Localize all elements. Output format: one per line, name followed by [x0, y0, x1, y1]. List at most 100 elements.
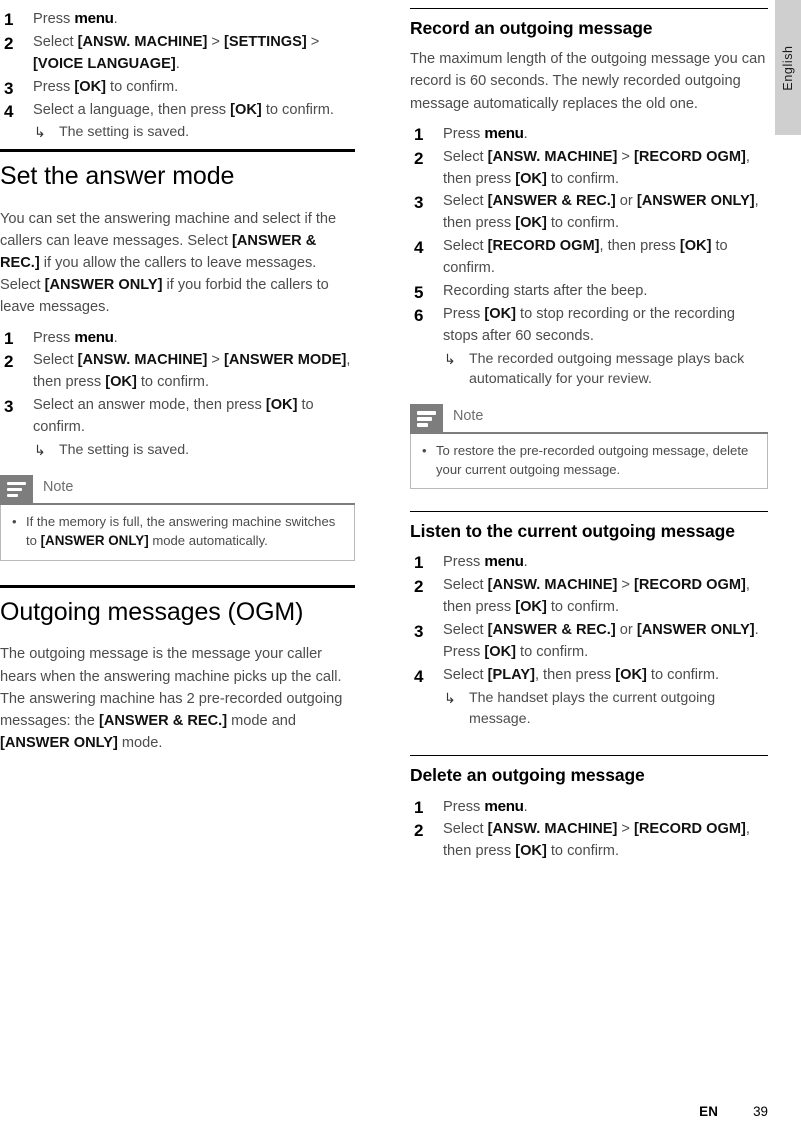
step-result-text: The setting is saved.	[59, 442, 190, 458]
step-text: Select [PLAY], then press [OK] to confir…	[443, 666, 720, 683]
section-rule-major	[0, 584, 355, 588]
step-number: 6	[414, 305, 424, 325]
steps-listen-ogm: 1 Press menu. 2 Select [ANSW. MACHINE] > [R…	[410, 551, 768, 729]
step-item: 4 Select a language, then press [OK] to c…	[0, 100, 355, 144]
step-item: 3 Press [OK] to confirm.	[0, 77, 355, 99]
step-text: Press menu.	[443, 553, 528, 571]
step-result: ↳ The setting is saved.	[33, 122, 355, 143]
step-result-text: The handset plays the current outgoing m…	[469, 689, 716, 727]
step-item: 1 Press menu.	[0, 327, 355, 350]
step-item: 3 Select [ANSWER & REC.] or [ANSWER ONLY]…	[410, 191, 768, 235]
step-item: 4 Select [RECORD OGM], then press [OK] to…	[410, 236, 768, 280]
section-listen-ogm: Listen to the current outgoing message 1…	[410, 511, 768, 729]
step-item: 3 Select [ANSWER & REC.] or [ANSWER ONLY]…	[410, 620, 768, 664]
note-header: Note	[410, 404, 768, 435]
step-text: Select [ANSWER & REC.] or [ANSWER ONLY].…	[443, 622, 759, 661]
bullet-icon: •	[12, 513, 17, 529]
step-text: Press menu.	[443, 797, 528, 815]
steps-delete-ogm: 1 Press menu. 2 Select [ANSW. MACHINE] > [R…	[410, 796, 768, 864]
heading-record-ogm: Record an outgoing message	[410, 18, 653, 38]
step-item: 2 Select [ANSW. MACHINE] > [RECORD OGM], …	[410, 575, 768, 619]
section-rule-minor	[410, 511, 768, 513]
footer-page-number: 39	[753, 1104, 768, 1119]
step-item: 5 Recording starts after the beep.	[410, 281, 768, 303]
step-item: 3 Select an answer mode, then press [OK] …	[0, 395, 355, 461]
note-list: • To restore the pre-recorded outgoing me…	[421, 442, 757, 479]
step-text: Recording starts after the beep.	[443, 282, 648, 299]
step-result: ↳ The handset plays the current outgoing …	[443, 688, 768, 729]
step-text: Select [RECORD OGM], then press [OK] to …	[443, 238, 728, 277]
heading-set-answer-mode: Set the answer mode	[0, 162, 235, 191]
step-number: 2	[414, 148, 424, 168]
note-list-item: • If the memory is full, the answering ma…	[11, 513, 344, 551]
result-arrow-icon: ↳	[34, 442, 46, 458]
section-record-ogm: Record an outgoing message The maximum l…	[410, 8, 768, 490]
note-body: • If the memory is full, the answering ma…	[0, 504, 355, 561]
step-item: 1 Press menu.	[0, 8, 355, 31]
steps-voice-language: 1 Press menu. 2 Select [ANSW. MACHINE] > [S…	[0, 8, 355, 143]
language-side-tab-label: English	[781, 44, 795, 91]
note-box-record-ogm: Note • To restore the pre-recorded outgoi…	[410, 404, 768, 490]
note-list-item-text: To restore the pre-recorded outgoing mes…	[436, 443, 749, 477]
step-item: 2 Select [ANSW. MACHINE] > [RECORD OGM], …	[410, 147, 768, 191]
note-box-answer-mode: Note • If the memory is full, the answeri…	[0, 474, 355, 561]
step-number: 1	[414, 124, 424, 144]
step-text: Press [OK] to stop recording or the reco…	[443, 305, 736, 344]
step-text: Select [ANSW. MACHINE] > [ANSWER MODE], …	[33, 352, 351, 391]
intro-set-answer-mode: You can set the answering machine and se…	[0, 210, 337, 316]
left-column: 1 Press menu. 2 Select [ANSW. MACHINE] > [S…	[0, 8, 355, 762]
step-number: 3	[4, 78, 14, 98]
step-text: Select [ANSW. MACHINE] > [SETTINGS] > [V…	[33, 33, 320, 72]
note-list-item-text: If the memory is full, the answering mac…	[26, 513, 336, 549]
section-rule-minor	[410, 8, 768, 9]
step-item: 1 Press menu.	[410, 551, 768, 574]
step-number: 4	[414, 666, 424, 686]
step-item: 2 Select [ANSW. MACHINE] > [RECORD OGM], …	[410, 819, 768, 863]
section-set-answer-mode: Set the answer mode You can set the answ…	[0, 149, 355, 561]
step-item: 1 Press menu.	[410, 123, 768, 146]
result-arrow-icon: ↳	[444, 689, 456, 706]
note-list: • If the memory is full, the answering ma…	[11, 513, 344, 551]
step-number: 3	[4, 397, 14, 417]
step-text: Press [OK] to confirm.	[33, 78, 179, 95]
step-number: 5	[414, 282, 424, 302]
step-result-text: The recorded outgoing message plays back…	[469, 350, 745, 388]
step-result: ↳ The recorded outgoing message plays bac…	[443, 349, 768, 390]
step-number: 1	[414, 553, 424, 573]
right-column: Record an outgoing message The maximum l…	[410, 8, 768, 869]
note-lines-icon	[410, 404, 443, 433]
step-number: 2	[4, 33, 14, 53]
step-text: Select a language, then press [OK] to co…	[33, 101, 334, 118]
result-arrow-icon: ↳	[34, 124, 46, 141]
step-item: 1 Press menu.	[410, 796, 768, 819]
steps-record-ogm: 1 Press menu. 2 Select [ANSW. MACHINE] > [R…	[410, 123, 768, 390]
step-number: 2	[4, 352, 14, 372]
section-rule-major	[0, 149, 355, 153]
result-arrow-icon: ↳	[444, 350, 456, 367]
step-text: Select [ANSW. MACHINE] > [RECORD OGM], t…	[443, 148, 750, 187]
heading-delete-ogm: Delete an outgoing message	[410, 765, 645, 786]
step-item: 2 Select [ANSW. MACHINE] > [ANSWER MODE],…	[0, 350, 355, 394]
step-item: 6 Press [OK] to stop recording or the rec…	[410, 304, 768, 390]
step-text: Select an answer mode, then press [OK] t…	[33, 397, 314, 436]
step-item: 2 Select [ANSW. MACHINE] > [SETTINGS] > […	[0, 32, 355, 76]
section-delete-ogm: Delete an outgoing message 1 Press menu. 2…	[410, 755, 768, 863]
step-text: Select [ANSWER & REC.] or [ANSWER ONLY],…	[443, 193, 759, 232]
step-text: Press menu.	[443, 124, 528, 142]
bullet-icon: •	[422, 443, 427, 459]
step-number: 1	[414, 797, 424, 817]
heading-listen-ogm: Listen to the current outgoing message	[410, 521, 735, 542]
step-text: Select [ANSW. MACHINE] > [RECORD OGM], t…	[443, 577, 750, 616]
step-result-text: The setting is saved.	[59, 124, 190, 141]
step-text: Press menu.	[33, 10, 118, 27]
steps-set-answer-mode: 1 Press menu. 2 Select [ANSW. MACHINE] > [A…	[0, 327, 355, 461]
step-number: 3	[414, 622, 424, 642]
step-number: 2	[414, 577, 424, 597]
step-number: 1	[4, 10, 14, 29]
step-number: 1	[4, 328, 14, 348]
step-number: 3	[414, 193, 424, 213]
note-lines-icon	[0, 474, 33, 503]
note-list-item: • To restore the pre-recorded outgoing me…	[421, 442, 757, 479]
step-number: 4	[414, 238, 424, 258]
step-text: Press menu.	[33, 328, 118, 346]
